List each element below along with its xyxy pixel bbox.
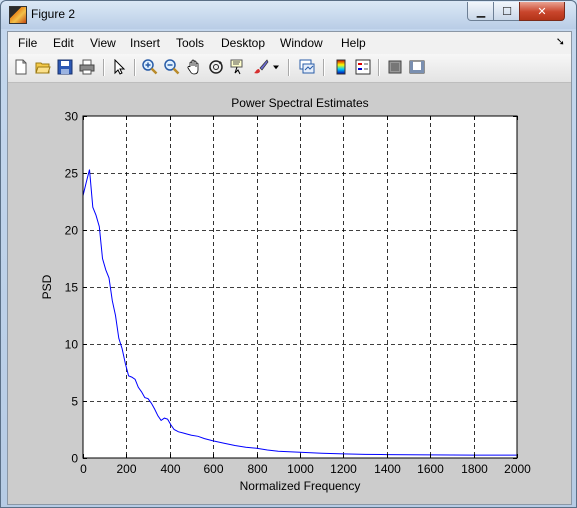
toolbar-separator	[378, 59, 380, 76]
minimize-button[interactable]: ▁	[467, 2, 495, 21]
insert-legend-icon[interactable]	[353, 57, 373, 77]
menu-window[interactable]: Window	[280, 36, 323, 50]
zoom-out-icon[interactable]	[162, 57, 182, 77]
x-tick-label: 1600	[417, 462, 444, 476]
y-tick-label: 10	[65, 338, 79, 352]
matlab-icon	[9, 6, 27, 24]
menu-view[interactable]: View	[90, 36, 116, 50]
dock-arrow-icon[interactable]: ➘	[556, 35, 565, 48]
pan-hand-icon[interactable]	[184, 57, 204, 77]
window-title: Figure 2	[31, 7, 76, 21]
open-file-icon[interactable]	[33, 57, 53, 77]
menu-insert[interactable]: Insert	[130, 36, 160, 50]
zoom-in-icon[interactable]	[140, 57, 160, 77]
psd-chart[interactable]: 0 200 400 600 800 1000 1200 1400 1600 1800 2000 0 5 1…	[8, 83, 571, 504]
toolbar-separator	[288, 59, 290, 76]
plot-area: 0 200 400 600 800 1000 1200 1400 1600 1800 2000 0 5 1…	[8, 83, 571, 504]
save-icon[interactable]	[55, 57, 75, 77]
print-icon[interactable]	[77, 57, 97, 77]
rotate-3d-icon[interactable]	[206, 57, 226, 77]
y-tick-label: 0	[71, 452, 78, 466]
y-tick-label: 5	[71, 395, 78, 409]
y-tick-label: 20	[65, 224, 79, 238]
x-tick-label: 1800	[461, 462, 488, 476]
new-figure-icon[interactable]	[11, 57, 31, 77]
x-axis-label: Normalized Frequency	[240, 479, 361, 493]
x-tick-label: 600	[203, 462, 223, 476]
x-tick-label: 1400	[374, 462, 401, 476]
maximize-button[interactable]: ☐	[493, 2, 521, 21]
y-tick-label: 30	[65, 110, 79, 124]
y-axis-label: PSD	[40, 274, 54, 299]
toolbar-separator	[103, 59, 105, 76]
menu-file[interactable]: File	[18, 36, 37, 50]
figure-client: File Edit View Insert Tools Desktop Wind…	[7, 31, 572, 505]
brush-dropdown-icon[interactable]	[270, 57, 282, 77]
x-tick-label: 1200	[330, 462, 357, 476]
x-tick-label: 0	[80, 462, 87, 476]
title-bar[interactable]: Figure 2 ▁ ☐ ✕	[1, 1, 576, 29]
show-plot-tools-icon[interactable]	[407, 57, 427, 77]
brush-icon[interactable]	[251, 57, 271, 77]
menu-tools[interactable]: Tools	[176, 36, 204, 50]
insert-colorbar-icon[interactable]	[331, 57, 351, 77]
y-tick-label: 25	[65, 167, 79, 181]
data-cursor-icon[interactable]	[228, 57, 248, 77]
y-tick-label: 15	[65, 281, 79, 295]
x-tick-label: 400	[160, 462, 180, 476]
close-button[interactable]: ✕	[519, 2, 565, 21]
hide-plot-tools-icon[interactable]	[385, 57, 405, 77]
x-tick-label: 800	[247, 462, 267, 476]
toolbar-separator	[134, 59, 136, 76]
menu-edit[interactable]: Edit	[53, 36, 74, 50]
axes-background	[83, 116, 517, 458]
figure-toolbar	[8, 54, 571, 83]
chart-title: Power Spectral Estimates	[231, 96, 368, 110]
x-tick-label: 1000	[287, 462, 314, 476]
x-tick-label: 200	[116, 462, 136, 476]
menu-help[interactable]: Help	[341, 36, 366, 50]
toolbar-separator	[323, 59, 325, 76]
menu-desktop[interactable]: Desktop	[221, 36, 265, 50]
menu-bar: File Edit View Insert Tools Desktop Wind…	[8, 32, 571, 55]
link-plot-icon[interactable]	[297, 57, 317, 77]
edit-plot-arrow-icon[interactable]	[109, 57, 129, 77]
x-tick-label: 2000	[504, 462, 531, 476]
figure-window: Figure 2 ▁ ☐ ✕ File Edit View Insert Too…	[0, 0, 577, 508]
